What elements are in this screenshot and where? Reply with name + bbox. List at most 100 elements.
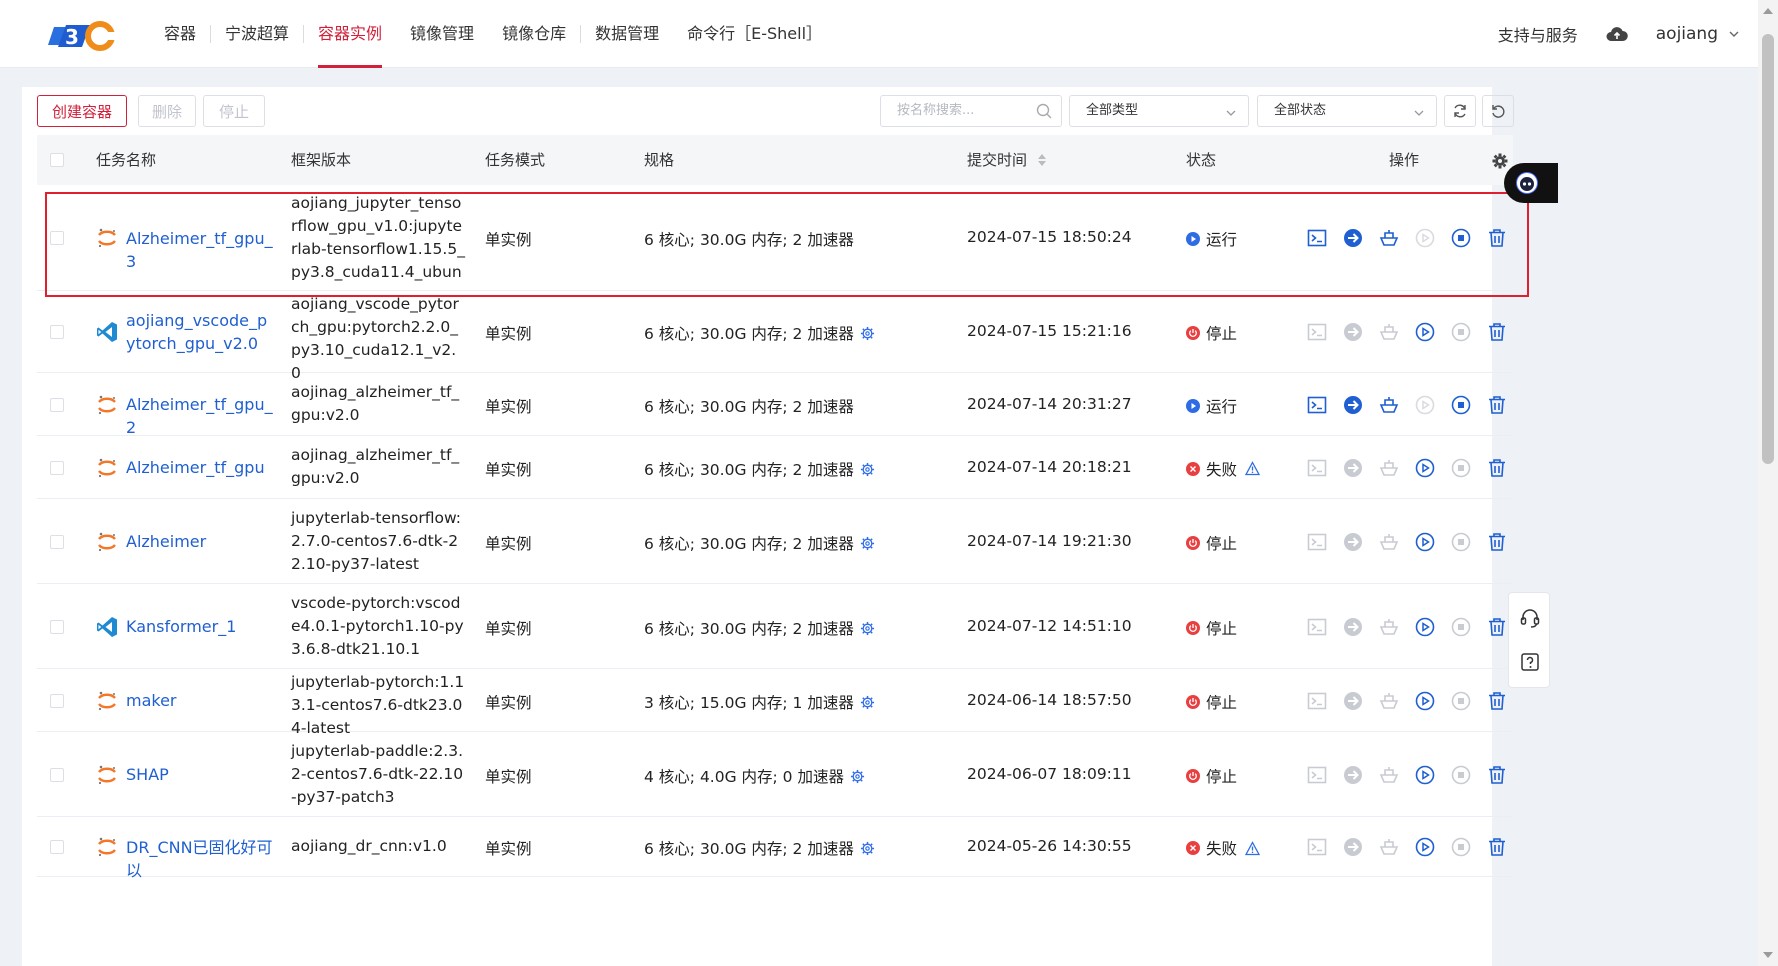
- terminal-icon[interactable]: [1306, 616, 1328, 638]
- task-name-link[interactable]: maker: [126, 689, 276, 712]
- stop-icon[interactable]: [1450, 836, 1472, 858]
- create-container-button[interactable]: 创建容器: [37, 95, 127, 127]
- row-checkbox[interactable]: [50, 460, 64, 475]
- task-name-link[interactable]: Alzheimer_tf_gpu_3: [126, 227, 276, 273]
- nav-item-4[interactable]: 镜像仓库: [488, 0, 580, 68]
- task-name-link[interactable]: Alzheimer_tf_gpu_2: [126, 393, 276, 439]
- enter-arrow-icon[interactable]: [1342, 836, 1364, 858]
- gear-icon[interactable]: [850, 769, 865, 784]
- assistant-robot-button[interactable]: [1504, 163, 1558, 203]
- trash-icon[interactable]: [1486, 764, 1508, 786]
- table-row[interactable]: aojiang_vscode_pytorch_gpu_v2.0 aojiang_v…: [37, 291, 1513, 382]
- stop-icon[interactable]: [1450, 457, 1472, 479]
- enter-arrow-icon[interactable]: [1342, 616, 1364, 638]
- row-checkbox[interactable]: [50, 325, 64, 339]
- gear-icon[interactable]: [860, 462, 875, 477]
- warning-icon[interactable]: [1245, 840, 1261, 856]
- play-icon[interactable]: [1414, 690, 1436, 712]
- terminal-icon[interactable]: [1306, 690, 1328, 712]
- delete-button[interactable]: 删除: [138, 95, 196, 127]
- support-link[interactable]: 支持与服务: [1498, 22, 1578, 46]
- reset-button[interactable]: [1482, 95, 1514, 127]
- status-select[interactable]: 全部状态: [1257, 95, 1437, 127]
- play-icon[interactable]: [1414, 394, 1436, 416]
- terminal-icon[interactable]: [1306, 227, 1328, 249]
- stop-icon[interactable]: [1450, 764, 1472, 786]
- headset-icon[interactable]: [1519, 607, 1541, 629]
- help-question-icon[interactable]: [1519, 651, 1541, 673]
- play-icon[interactable]: [1414, 321, 1436, 343]
- nav-item-5[interactable]: 数据管理: [581, 0, 673, 68]
- sort-icon[interactable]: [1037, 154, 1046, 166]
- ship-icon[interactable]: [1378, 227, 1400, 249]
- terminal-icon[interactable]: [1306, 531, 1328, 553]
- ship-icon[interactable]: [1378, 531, 1400, 553]
- row-checkbox[interactable]: [50, 619, 64, 634]
- task-name-link[interactable]: DR_CNN已固化好可以: [126, 836, 276, 882]
- cloud-icon[interactable]: [1606, 26, 1628, 42]
- table-row[interactable]: Alzheimer jupyterlab-tensorflow:2.7.0-cen…: [37, 499, 1513, 584]
- stop-icon[interactable]: [1450, 616, 1472, 638]
- row-checkbox[interactable]: [50, 397, 64, 412]
- header-time[interactable]: 提交时间: [967, 135, 1046, 185]
- play-icon[interactable]: [1414, 836, 1436, 858]
- scroll-down-arrow-icon[interactable]: [1763, 952, 1773, 958]
- table-row[interactable]: Alzheimer_tf_gpu_2 aojinag_alzheimer_tf_g…: [37, 373, 1513, 439]
- select-all-checkbox[interactable]: [50, 153, 64, 167]
- terminal-icon[interactable]: [1306, 321, 1328, 343]
- enter-arrow-icon[interactable]: [1342, 321, 1364, 343]
- terminal-icon[interactable]: [1306, 764, 1328, 786]
- nav-item-2[interactable]: 容器实例: [304, 0, 396, 68]
- stop-icon[interactable]: [1450, 531, 1472, 553]
- ship-icon[interactable]: [1378, 690, 1400, 712]
- stop-icon[interactable]: [1450, 321, 1472, 343]
- gear-icon[interactable]: [860, 326, 875, 341]
- settings-gear-icon[interactable]: [1492, 153, 1508, 169]
- trash-icon[interactable]: [1486, 227, 1508, 249]
- table-row[interactable]: Alzheimer_tf_gpu aojinag_alzheimer_tf_gpu…: [37, 436, 1513, 499]
- row-checkbox[interactable]: [50, 231, 64, 245]
- search-input[interactable]: 按名称搜索...: [880, 95, 1062, 127]
- platform-logo[interactable]: 3: [48, 17, 118, 55]
- nav-item-0[interactable]: 容器: [150, 0, 210, 68]
- nav-item-6[interactable]: 命令行［E-Shell］: [673, 0, 836, 68]
- user-menu[interactable]: aojiang: [1656, 24, 1718, 44]
- task-name-link[interactable]: Alzheimer: [126, 530, 276, 553]
- ship-icon[interactable]: [1378, 616, 1400, 638]
- task-name-link[interactable]: Alzheimer_tf_gpu: [126, 456, 276, 479]
- play-icon[interactable]: [1414, 616, 1436, 638]
- trash-icon[interactable]: [1486, 690, 1508, 712]
- terminal-icon[interactable]: [1306, 457, 1328, 479]
- page-scrollbar[interactable]: [1758, 0, 1778, 966]
- play-icon[interactable]: [1414, 764, 1436, 786]
- row-checkbox[interactable]: [50, 534, 64, 549]
- row-checkbox[interactable]: [50, 840, 64, 854]
- row-checkbox[interactable]: [50, 767, 64, 782]
- terminal-icon[interactable]: [1306, 836, 1328, 858]
- task-name-link[interactable]: SHAP: [126, 763, 276, 786]
- ship-icon[interactable]: [1378, 394, 1400, 416]
- enter-arrow-icon[interactable]: [1342, 457, 1364, 479]
- gear-icon[interactable]: [860, 841, 875, 856]
- nav-item-3[interactable]: 镜像管理: [396, 0, 488, 68]
- play-icon[interactable]: [1414, 531, 1436, 553]
- enter-arrow-icon[interactable]: [1342, 531, 1364, 553]
- ship-icon[interactable]: [1378, 321, 1400, 343]
- terminal-icon[interactable]: [1306, 394, 1328, 416]
- table-row[interactable]: Alzheimer_tf_gpu_3 aojiang_jupyter_tensor…: [37, 185, 1513, 291]
- chevron-down-icon[interactable]: [1728, 28, 1740, 40]
- gear-icon[interactable]: [860, 695, 875, 710]
- stop-icon[interactable]: [1450, 394, 1472, 416]
- table-row[interactable]: SHAP jupyterlab-paddle:2.3.2-centos7.6-dt…: [37, 732, 1513, 817]
- trash-icon[interactable]: [1486, 394, 1508, 416]
- table-row[interactable]: DR_CNN已固化好可以 aojiang_dr_cnn:v1.0 单实例 6 核心; …: [37, 817, 1513, 880]
- ship-icon[interactable]: [1378, 836, 1400, 858]
- table-row[interactable]: maker jupyterlab-pytorch:1.13.1-centos7.6…: [37, 669, 1513, 737]
- ship-icon[interactable]: [1378, 764, 1400, 786]
- row-checkbox[interactable]: [50, 693, 64, 708]
- play-icon[interactable]: [1414, 227, 1436, 249]
- ship-icon[interactable]: [1378, 457, 1400, 479]
- scroll-thumb[interactable]: [1762, 34, 1774, 464]
- refresh-button[interactable]: [1444, 95, 1476, 127]
- trash-icon[interactable]: [1486, 321, 1508, 343]
